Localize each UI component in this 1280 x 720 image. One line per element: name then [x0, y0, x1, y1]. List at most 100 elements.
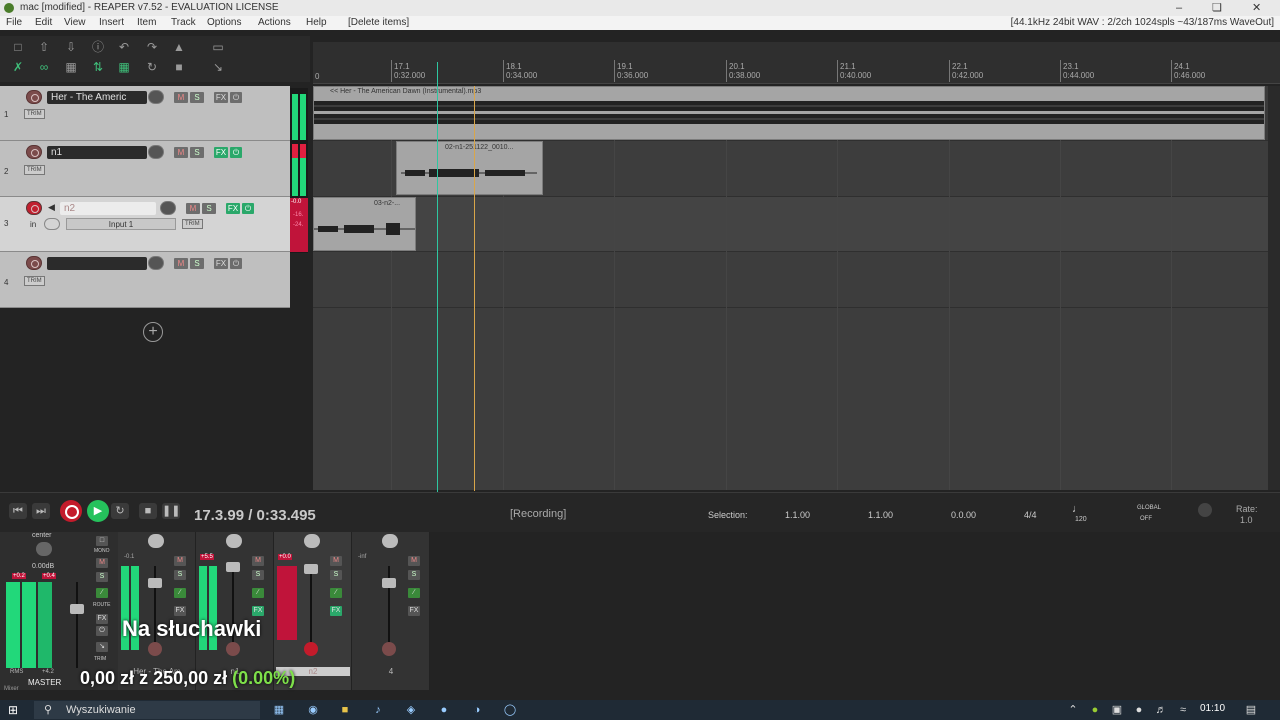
track-2-header[interactable]: 2 n1 M S FX ⏻ TRIM [0, 141, 290, 197]
solo-button[interactable]: S [190, 258, 204, 269]
menu-options[interactable]: Options [207, 16, 241, 30]
strip-fader[interactable] [226, 562, 240, 572]
track-name-field[interactable]: n1 [47, 146, 147, 159]
browser-icon[interactable]: ◉ [306, 703, 320, 717]
strip-record-arm-button[interactable] [304, 642, 318, 656]
strip-pan-knob[interactable] [382, 534, 398, 548]
save-project-icon[interactable]: ⇩ [63, 40, 79, 54]
ripple-edit-icon[interactable]: ✗ [10, 60, 26, 74]
strip-record-arm-button[interactable] [148, 642, 162, 656]
master-solo-button[interactable]: S [96, 572, 108, 582]
track-lane[interactable] [313, 252, 1268, 308]
master-phase-icon[interactable]: ∕ [96, 588, 108, 598]
chrome-icon[interactable]: ◑ [470, 703, 484, 717]
discord-icon[interactable]: ● [437, 703, 451, 717]
menu-actions[interactable]: Actions [258, 16, 291, 30]
fx-bypass-icon[interactable]: ⏻ [230, 92, 242, 103]
fx-bypass-icon[interactable]: ⏻ [242, 203, 254, 214]
blank-toolbar-icon[interactable]: ▭ [210, 40, 226, 54]
volume-knob[interactable] [148, 90, 164, 104]
master-mute-button[interactable]: M [96, 558, 108, 568]
track-3-header[interactable]: 3 ◀ n2 M S FX ⏻ in Input 1 TRIM [0, 197, 290, 252]
selection-start[interactable]: 1.1.00 [785, 510, 810, 520]
notifications-icon[interactable]: ▤ [1244, 703, 1258, 717]
trim-envelope-button[interactable]: TRIM [24, 165, 45, 175]
tray-chevron-icon[interactable]: ⌃ [1066, 703, 1080, 717]
strip-phase-icon[interactable]: ∕ [408, 588, 420, 598]
rate-value[interactable]: 1.0 [1240, 515, 1253, 525]
strip-solo-button[interactable]: S [408, 570, 420, 580]
fx-bypass-icon[interactable]: ⏻ [230, 258, 242, 269]
selection-length[interactable]: 0.0.00 [951, 510, 976, 520]
tray-app2-icon[interactable]: ● [1132, 703, 1146, 717]
global-automation-label[interactable]: GLOBAL [1137, 505, 1161, 511]
strip-record-arm-button[interactable] [226, 642, 240, 656]
metronome-icon[interactable]: ▲ [171, 40, 187, 54]
trim-envelope-button[interactable]: TRIM [24, 276, 45, 286]
pause-icon[interactable]: ❚❚ [162, 503, 180, 519]
master-envelope-icon[interactable]: ↘ [96, 642, 108, 652]
undo-icon[interactable]: ↶ [116, 40, 132, 54]
track-name-field[interactable] [47, 257, 147, 270]
mute-button[interactable]: M [174, 258, 188, 269]
loop-icon[interactable]: ↻ [144, 60, 160, 74]
strip-pan-knob[interactable] [304, 534, 320, 548]
strip-fx-button[interactable]: FX [330, 606, 342, 616]
add-track-icon[interactable]: + [143, 322, 163, 342]
go-to-start-icon[interactable]: ⏮ [9, 503, 27, 519]
strip-fx-button[interactable]: FX [408, 606, 420, 616]
track-name-field[interactable]: n2 [60, 202, 156, 215]
mono-button-icon[interactable]: □ [96, 536, 108, 546]
fx-button[interactable]: FX [214, 92, 228, 103]
strip-pan-knob[interactable] [226, 534, 242, 548]
strip-record-arm-button[interactable] [382, 642, 396, 656]
mute-button[interactable]: M [174, 92, 188, 103]
strip-phase-icon[interactable]: ∕ [174, 588, 186, 598]
volume-knob[interactable] [148, 256, 164, 270]
taskview-icon[interactable]: ▦ [272, 703, 286, 717]
auto-crossfade-icon[interactable]: ∞ [36, 60, 52, 74]
record-arm-button[interactable] [26, 90, 42, 104]
record-button[interactable] [60, 500, 82, 522]
recording-item[interactable]: 03-n2-... [313, 197, 416, 251]
track-lane[interactable] [313, 197, 1268, 252]
snap-icon[interactable]: ⇅ [90, 60, 106, 74]
menu-help[interactable]: Help [306, 16, 327, 30]
time-signature[interactable]: 4/4 [1024, 510, 1037, 520]
repeat-icon[interactable]: ↻ [111, 503, 129, 519]
master-fx-button[interactable]: FX [96, 614, 108, 624]
mixer-tab[interactable]: Mixer [4, 686, 19, 692]
global-automation-state[interactable]: OFF [1140, 516, 1152, 522]
solo-button[interactable]: S [190, 147, 204, 158]
master-fader[interactable] [70, 604, 84, 614]
arrange-view[interactable]: << Her - The American Dawn (Instrumental… [313, 86, 1268, 490]
windows-start-icon[interactable]: ⊞ [8, 703, 22, 717]
audio-device-info[interactable]: [44.1kHz 24bit WAV : 2/2ch 1024spls ~43/… [1011, 16, 1274, 30]
record-monitor-icon[interactable]: ◀ [48, 202, 55, 213]
route-label[interactable]: ROUTE [93, 602, 111, 608]
input-select-dropdown[interactable]: Input 1 [66, 218, 176, 230]
restore-icon[interactable]: ❏ [1212, 0, 1222, 16]
master-trim-label[interactable]: TRIM [94, 656, 106, 662]
menu-file[interactable]: File [6, 16, 22, 30]
input-monitor-button[interactable] [44, 218, 60, 230]
strip-mute-button[interactable]: M [174, 556, 186, 566]
track-1-header[interactable]: 1 Her - The Americ M S FX ⏻ TRIM [0, 86, 290, 141]
media-item[interactable]: << Her - The American Dawn (Instrumental… [313, 86, 1265, 140]
play-button[interactable]: ▶ [87, 500, 109, 522]
trim-envelope-button[interactable]: TRIM [182, 219, 203, 229]
folder-icon[interactable]: ■ [338, 703, 352, 717]
strip-mute-button[interactable]: M [408, 556, 420, 566]
track-4-header[interactable]: 4 M S FX ⏻ TRIM [0, 252, 290, 308]
app-icon[interactable]: ♪ [371, 703, 385, 717]
go-to-end-icon[interactable]: ⏭ [32, 503, 50, 519]
reaper-taskbar-icon[interactable]: ◯ [503, 703, 517, 717]
tempo-bpm[interactable]: 120 [1075, 516, 1087, 523]
fx-button[interactable]: FX [214, 147, 228, 158]
mute-button[interactable]: M [174, 147, 188, 158]
tray-network-icon[interactable]: ▣ [1110, 703, 1124, 717]
open-project-icon[interactable]: ⇧ [36, 40, 52, 54]
menu-insert[interactable]: Insert [99, 16, 124, 30]
strip-pan-knob[interactable] [148, 534, 164, 548]
fx-bypass-icon[interactable]: ⏻ [230, 147, 242, 158]
